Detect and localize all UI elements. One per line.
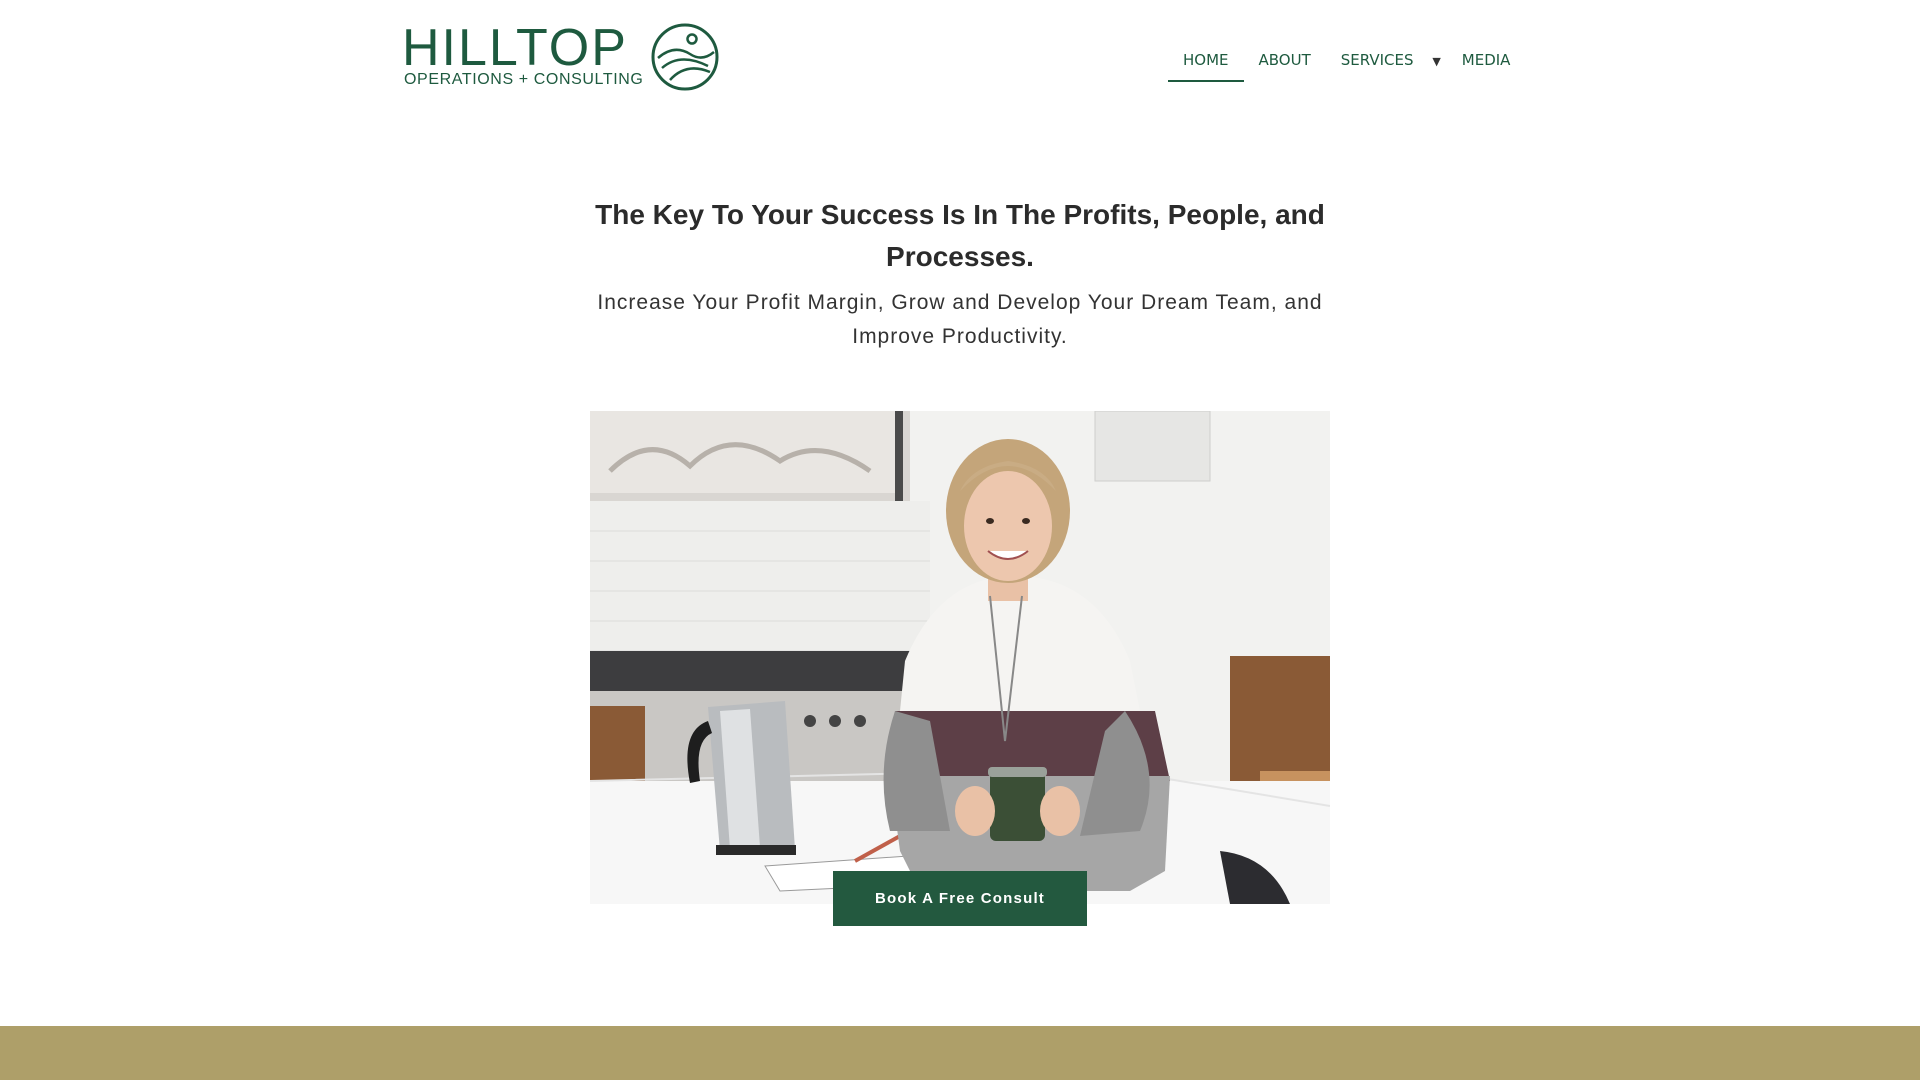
caret-down-icon[interactable]: ▼ bbox=[1432, 55, 1440, 68]
hero-photo-illustration bbox=[590, 411, 1330, 904]
hero-subtitle: Increase Your Profit Margin, Grow and De… bbox=[597, 291, 1323, 348]
nav-about-label: ABOUT bbox=[1258, 51, 1311, 69]
book-consult-button[interactable]: Book A Free Consult bbox=[833, 871, 1087, 926]
hero-photo bbox=[590, 411, 1330, 904]
footer-band bbox=[0, 1026, 1920, 1080]
logo-wordmark: HILLTOP bbox=[402, 19, 628, 77]
nav-home[interactable]: HOME bbox=[1168, 48, 1244, 82]
nav-about[interactable]: ABOUT bbox=[1244, 48, 1326, 82]
hilltop-logo-icon bbox=[651, 23, 719, 91]
site-logo[interactable]: HILLTOP OPERATIONS + CONSULTING bbox=[402, 22, 722, 94]
logo-tagline: OPERATIONS + CONSULTING bbox=[404, 71, 644, 88]
nav-services-label: SERVICES bbox=[1340, 51, 1414, 69]
nav-home-label: HOME bbox=[1183, 51, 1229, 69]
nav-media-label: MEDIA bbox=[1461, 51, 1511, 69]
main-nav: HOME ABOUT SERVICES ▼ MEDIA bbox=[1168, 48, 1525, 82]
nav-services[interactable]: SERVICES ▼ bbox=[1326, 48, 1447, 82]
hero-title: The Key To Your Success Is In The Profit… bbox=[595, 199, 1325, 272]
page: HILLTOP OPERATIONS + CONSULTING HOME ABO… bbox=[0, 0, 1920, 1080]
nav-media[interactable]: MEDIA bbox=[1447, 48, 1526, 82]
